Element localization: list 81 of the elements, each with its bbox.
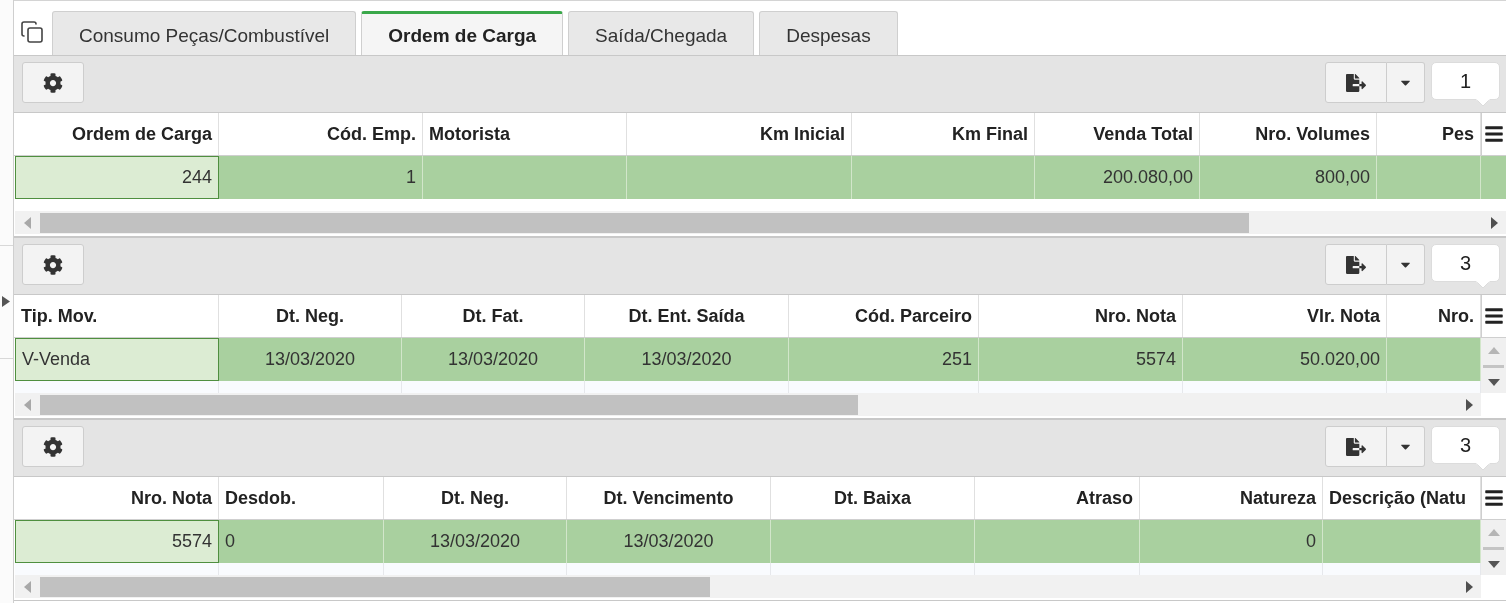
tab[interactable]: Despesas <box>759 11 898 55</box>
right-arrow-icon[interactable] <box>1491 216 1498 229</box>
horizontal-scrollbar[interactable] <box>15 211 1506 234</box>
record-count: 3 <box>1431 426 1500 471</box>
column-header[interactable]: Cód. Emp. <box>219 113 423 155</box>
horizontal-scrollbar[interactable] <box>15 575 1481 598</box>
column-header[interactable]: Atraso <box>975 477 1140 519</box>
horizontal-scrollbar[interactable] <box>15 393 1481 416</box>
column-header[interactable]: Km Final <box>852 113 1035 155</box>
column-header[interactable]: Nro. Nota <box>979 295 1183 337</box>
menu-icon[interactable] <box>1484 306 1504 326</box>
dropdown-button[interactable] <box>1387 426 1425 467</box>
export-button[interactable] <box>1325 62 1387 103</box>
scrollbar-thumb[interactable] <box>40 212 1249 233</box>
menu-icon[interactable] <box>1484 488 1504 508</box>
column-header[interactable]: Descrição (Natu <box>1323 477 1481 519</box>
splitter-handle[interactable] <box>0 244 13 359</box>
export-button[interactable] <box>1325 426 1387 467</box>
column-header[interactable]: Cód. Parceiro <box>789 295 979 337</box>
column-header[interactable]: Nro. Nota <box>15 477 219 519</box>
column-header[interactable]: Dt. Ent. Saída <box>585 295 789 337</box>
right-arrow-icon[interactable] <box>1466 398 1473 411</box>
column-header[interactable]: Nro. Volumes <box>1200 113 1377 155</box>
settings-icon <box>43 72 63 93</box>
pointer-tail-icon <box>1476 281 1490 289</box>
tab[interactable]: Ordem de Carga <box>361 11 564 55</box>
table-cell[interactable]: V-Venda <box>15 338 219 381</box>
right-arrow-icon[interactable] <box>1466 580 1473 593</box>
pointer-tail-icon <box>1476 99 1490 107</box>
column-header[interactable]: Dt. Neg. <box>219 295 402 337</box>
tab[interactable]: Consumo Peças/Combustível <box>52 11 357 55</box>
scrollbar-thumb[interactable] <box>1483 547 1504 550</box>
column-header[interactable]: Km Inicial <box>627 113 852 155</box>
column-header[interactable]: Desdob. <box>219 477 384 519</box>
scrollbar-thumb[interactable] <box>40 394 858 415</box>
dropdown-button[interactable] <box>1387 62 1425 103</box>
down-arrow-icon[interactable] <box>1487 379 1500 386</box>
menu-icon[interactable] <box>1484 124 1504 144</box>
export-icon <box>1346 436 1366 457</box>
settings-button[interactable] <box>22 62 84 103</box>
export-button[interactable] <box>1325 244 1387 285</box>
settings-button[interactable] <box>22 426 84 467</box>
settings-icon <box>43 436 63 457</box>
column-header[interactable]: Dt. Fat. <box>402 295 585 337</box>
left-arrow-icon[interactable] <box>24 216 31 229</box>
column-header[interactable]: Ordem de Carga <box>15 113 219 155</box>
expand-arrow-icon[interactable] <box>2 296 10 307</box>
column-header[interactable]: Natureza <box>1140 477 1323 519</box>
pointer-tail-icon <box>1476 463 1490 471</box>
record-count: 1 <box>1431 62 1500 107</box>
settings-icon <box>43 254 63 275</box>
table-row[interactable]: V-Venda 13/03/2020 13/03/2020 13/03/2020 251 5574 50.020,00 <box>15 338 1481 381</box>
column-header[interactable]: Pes <box>1377 113 1481 155</box>
down-arrow-icon[interactable] <box>1487 561 1500 568</box>
left-arrow-icon[interactable] <box>24 398 31 411</box>
column-header[interactable]: Dt. Baixa <box>771 477 975 519</box>
dropdown-button[interactable] <box>1387 244 1425 285</box>
vertical-scrollbar[interactable] <box>1481 520 1506 575</box>
record-count: 3 <box>1431 244 1500 289</box>
table-row[interactable]: 244 1 200.080,00 800,00 <box>15 156 1481 199</box>
up-arrow-icon[interactable] <box>1487 529 1500 536</box>
table-cell[interactable]: 5574 <box>15 520 219 563</box>
copy-icon[interactable] <box>20 20 44 44</box>
export-icon <box>1346 254 1366 275</box>
column-header[interactable]: Motorista <box>423 113 627 155</box>
scrollbar-thumb[interactable] <box>40 576 710 597</box>
column-header[interactable]: Dt. Vencimento <box>567 477 771 519</box>
export-icon <box>1346 72 1366 93</box>
table-row[interactable]: 5574 0 13/03/2020 13/03/2020 0 <box>15 520 1481 563</box>
settings-button[interactable] <box>22 244 84 285</box>
column-header[interactable]: Venda Total <box>1035 113 1200 155</box>
scrollbar-thumb[interactable] <box>1483 365 1504 368</box>
vertical-scrollbar[interactable] <box>1481 338 1506 393</box>
column-header[interactable]: Vlr. Nota <box>1183 295 1387 337</box>
left-arrow-icon[interactable] <box>24 580 31 593</box>
column-header[interactable]: Dt. Neg. <box>384 477 567 519</box>
tab[interactable]: Saída/Chegada <box>568 11 755 55</box>
up-arrow-icon[interactable] <box>1487 347 1500 354</box>
column-header[interactable]: Tip. Mov. <box>15 295 219 337</box>
column-header[interactable]: Nro. <box>1387 295 1481 337</box>
table-cell[interactable]: 244 <box>15 156 219 199</box>
